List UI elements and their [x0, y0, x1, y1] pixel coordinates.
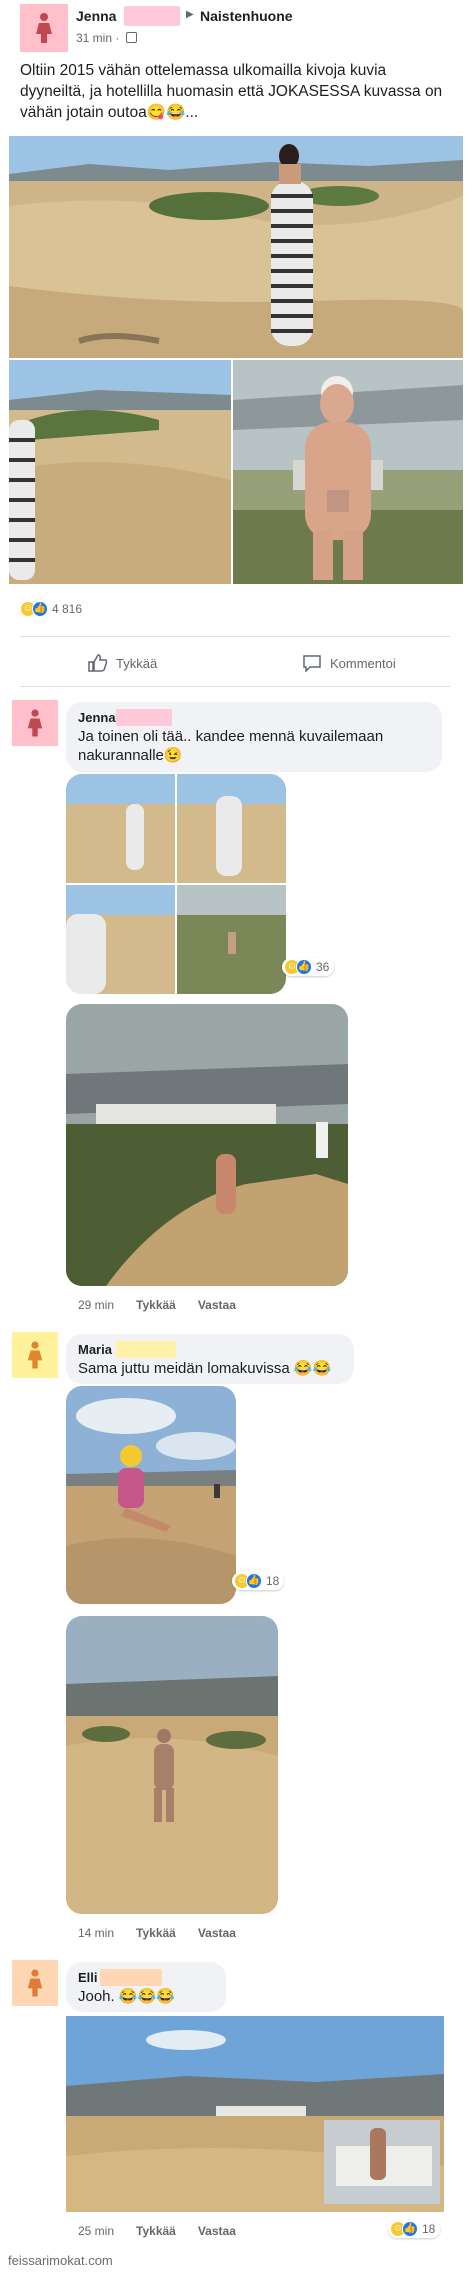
redacted-name-block — [116, 709, 172, 726]
female-person-icon — [36, 13, 52, 43]
comment-reply-button[interactable]: Vastaa — [198, 2224, 236, 2238]
comment-text: Ja toinen oli tää.. kandee mennä kuvaile… — [78, 728, 384, 764]
comment-text: Jooh. 😂😂😂 — [78, 1988, 175, 2005]
comments-divider — [20, 686, 450, 687]
comment-time[interactable]: 25 min — [78, 2224, 114, 2238]
group-name[interactable]: Naistenhuone — [200, 8, 293, 24]
comment-photo-man[interactable] — [66, 1616, 278, 1914]
comment-reply-button[interactable]: Vastaa — [198, 1926, 236, 1940]
reaction-count: 4 816 — [52, 602, 83, 616]
female-person-icon — [27, 1341, 43, 1369]
comment-like-button[interactable]: Tykkää — [136, 1298, 176, 1312]
reaction-count: 36 — [316, 960, 330, 974]
comment-avatar-maria[interactable] — [12, 1332, 58, 1378]
comment-photo-beach[interactable] — [66, 1004, 348, 1286]
comment-reactions[interactable]: ☺ 👍 18 — [388, 2220, 441, 2238]
comment-label: Kommentoi — [330, 655, 396, 671]
female-person-icon — [27, 709, 43, 737]
like-reaction-icon: 👍 — [402, 2221, 418, 2237]
comment-time[interactable]: 29 min — [78, 1298, 114, 1312]
post-reactions[interactable]: ☺ 👍 4 816 — [20, 601, 82, 617]
comment-reply-button[interactable]: Vastaa — [198, 1298, 236, 1312]
like-label: Tykkää — [116, 655, 158, 671]
post-author-avatar[interactable] — [20, 4, 68, 52]
comment-icon — [303, 655, 321, 672]
comment-bubble-maria: Maria Sama juttu meidän lomakuvissa 😂😂 — [66, 1334, 354, 1384]
comment-photo-dunes[interactable] — [66, 2016, 444, 2212]
comment-like-button[interactable]: Tykkää — [136, 2224, 176, 2238]
like-reaction-icon: 👍 — [32, 601, 48, 617]
like-reaction-icon: 👍 — [296, 959, 312, 975]
collage-reactions[interactable]: ☺ 👍 36 — [282, 958, 335, 976]
image-reactions[interactable]: ☺ 👍 18 — [232, 1572, 285, 1590]
redacted-name-block — [124, 6, 180, 26]
like-reaction-icon: 👍 — [246, 1573, 262, 1589]
comment-actions: 25 min Tykkää Vastaa — [78, 2224, 258, 2238]
like-button[interactable]: Tykkää — [88, 654, 157, 672]
comment-actions: 29 min Tykkää Vastaa — [78, 1298, 258, 1312]
thumbs-up-icon — [88, 654, 108, 672]
calendar-icon — [126, 32, 137, 43]
comment-time[interactable]: 14 min — [78, 1926, 114, 1940]
post-photo-right[interactable] — [233, 360, 463, 584]
redacted-name-block — [116, 1341, 176, 1358]
comment-avatar-jenna[interactable] — [12, 700, 58, 746]
post-text: Oltiin 2015 vähän ottelemassa ulkomailla… — [20, 62, 443, 121]
comment-like-button[interactable]: Tykkää — [136, 1926, 176, 1940]
actions-divider — [20, 636, 450, 637]
female-person-icon — [27, 1969, 43, 1997]
post-author-name[interactable]: Jenna — [76, 8, 116, 24]
post-timestamp[interactable]: 31 min · — [76, 31, 119, 45]
reaction-count: 18 — [266, 1574, 280, 1588]
comment-text: Sama juttu meidän lomakuvissa 😂😂 — [78, 1360, 332, 1377]
reaction-count: 18 — [422, 2222, 436, 2236]
group-arrow-icon: ▶ — [186, 9, 194, 20]
post-photo-main[interactable] — [9, 136, 463, 358]
watermark: feissarimokat.com — [8, 2253, 113, 2268]
comment-collage[interactable] — [66, 774, 286, 994]
comment-avatar-elli[interactable] — [12, 1960, 58, 2006]
comment-actions: 14 min Tykkää Vastaa — [78, 1926, 258, 1940]
redacted-name-block — [100, 1969, 162, 1986]
comment-photo-woman[interactable] — [66, 1386, 236, 1604]
comment-button[interactable]: Kommentoi — [302, 654, 396, 672]
post-photo-left[interactable] — [9, 360, 231, 584]
